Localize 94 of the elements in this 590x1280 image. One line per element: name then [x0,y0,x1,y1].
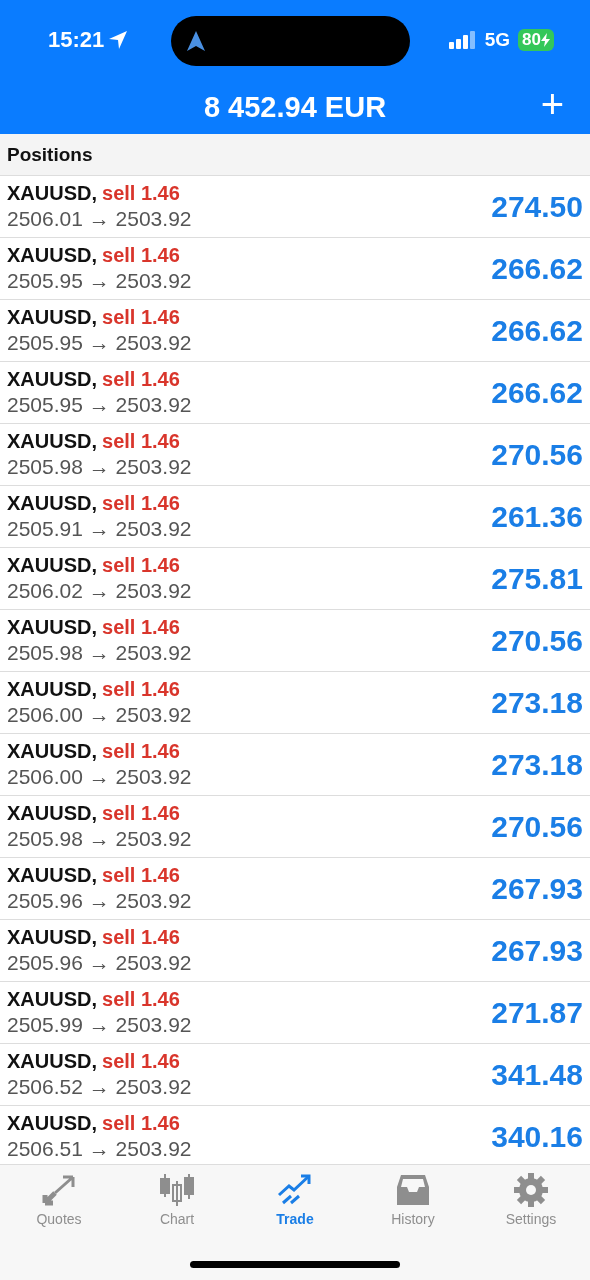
price-range: 2505.99 → 2503.92 [7,1013,192,1037]
order-side: sell 1.46 [102,926,180,949]
inbox-icon [395,1173,431,1207]
tab[interactable]: Trade [236,1173,354,1227]
symbol-label: XAUUSD, [7,740,97,763]
price-range: 2505.95 → 2503.92 [7,269,192,293]
position-row[interactable]: XAUUSD, sell 1.46 2505.98 → 2503.92 270.56 [0,610,590,672]
diagonal-arrows-icon [41,1173,77,1207]
price-range: 2506.00 → 2503.92 [7,765,192,789]
price-range: 2506.02 → 2503.92 [7,579,192,603]
position-row[interactable]: XAUUSD, sell 1.46 2505.91 → 2503.92 261.36 [0,486,590,548]
price-range: 2505.98 → 2503.92 [7,455,192,479]
symbol-label: XAUUSD, [7,554,97,577]
symbol-label: XAUUSD, [7,864,97,887]
order-side: sell 1.46 [102,988,180,1011]
position-row[interactable]: XAUUSD, sell 1.46 2506.01 → 2503.92 274.50 [0,176,590,238]
order-side: sell 1.46 [102,864,180,887]
candlestick-icon [159,1173,195,1207]
profit-value: 266.62 [491,251,583,286]
position-row[interactable]: XAUUSD, sell 1.46 2505.95 → 2503.92 266.62 [0,300,590,362]
price-range: 2505.96 → 2503.92 [7,951,192,975]
add-button[interactable]: + [540,84,564,124]
price-range: 2505.98 → 2503.92 [7,827,192,851]
position-row[interactable]: XAUUSD, sell 1.46 2506.00 → 2503.92 273.18 [0,734,590,796]
symbol-label: XAUUSD, [7,1112,97,1135]
price-range: 2505.95 → 2503.92 [7,393,192,417]
network-label: 5G [484,29,511,51]
order-side: sell 1.46 [102,306,180,329]
symbol-label: XAUUSD, [7,492,97,515]
price-range: 2506.51 → 2503.92 [7,1137,192,1161]
order-side: sell 1.46 [102,182,180,205]
symbol-label: XAUUSD, [7,430,97,453]
order-side: sell 1.46 [102,740,180,763]
position-row[interactable]: XAUUSD, sell 1.46 2505.99 → 2503.92 271.87 [0,982,590,1044]
profit-value: 274.50 [491,189,583,224]
profit-value: 273.18 [491,747,583,782]
section-title: Positions [7,143,93,166]
price-range: 2505.96 → 2503.92 [7,889,192,913]
trend-arrow-icon [277,1173,313,1207]
order-side: sell 1.46 [102,678,180,701]
order-side: sell 1.46 [102,1112,180,1135]
battery-indicator: 80 [518,29,554,51]
symbol-label: XAUUSD, [7,244,97,267]
position-row[interactable]: XAUUSD, sell 1.46 2505.98 → 2503.92 270.56 [0,424,590,486]
profit-value: 340.16 [491,1119,583,1154]
price-range: 2505.98 → 2503.92 [7,641,192,665]
profit-value: 267.93 [491,933,583,968]
navigation-arrow-icon [187,31,205,51]
symbol-label: XAUUSD, [7,616,97,639]
signal-icon [448,31,477,49]
profit-value: 270.56 [491,437,583,472]
order-side: sell 1.46 [102,430,180,453]
symbol-label: XAUUSD, [7,1050,97,1073]
price-range: 2506.01 → 2503.92 [7,207,192,231]
position-row[interactable]: XAUUSD, sell 1.46 2505.98 → 2503.92 270.56 [0,796,590,858]
account-balance: 8 452.94 EUR [203,90,387,124]
position-row[interactable]: XAUUSD, sell 1.46 2505.96 → 2503.92 267.93 [0,920,590,982]
order-side: sell 1.46 [102,244,180,267]
profit-value: 341.48 [491,1057,583,1092]
position-row[interactable]: XAUUSD, sell 1.46 2505.95 → 2503.92 266.62 [0,362,590,424]
symbol-label: XAUUSD, [7,926,97,949]
symbol-label: XAUUSD, [7,368,97,391]
order-side: sell 1.46 [102,368,180,391]
status-time: 15:21 [48,27,105,53]
profit-value: 266.62 [491,313,583,348]
profit-value: 270.56 [491,809,583,844]
order-side: sell 1.46 [102,1050,180,1073]
symbol-label: XAUUSD, [7,306,97,329]
position-row[interactable]: XAUUSD, sell 1.46 2506.00 → 2503.92 273.18 [0,672,590,734]
profit-value: 267.93 [491,871,583,906]
position-row[interactable]: XAUUSD, sell 1.46 2506.52 → 2503.92 341.48 [0,1044,590,1106]
price-range: 2505.95 → 2503.92 [7,331,192,355]
symbol-label: XAUUSD, [7,802,97,825]
price-range: 2505.91 → 2503.92 [7,517,192,541]
position-row[interactable]: XAUUSD, sell 1.46 2505.96 → 2503.92 267.93 [0,858,590,920]
order-side: sell 1.46 [102,492,180,515]
symbol-label: XAUUSD, [7,988,97,1011]
symbol-label: XAUUSD, [7,678,97,701]
profit-value: 273.18 [491,685,583,720]
price-range: 2506.00 → 2503.92 [7,703,192,727]
location-arrow-icon [108,30,129,50]
profit-value: 271.87 [491,995,583,1030]
profit-value: 270.56 [491,623,583,658]
position-row[interactable]: XAUUSD, sell 1.46 2505.95 → 2503.92 266.62 [0,238,590,300]
position-row[interactable]: XAUUSD, sell 1.46 2506.02 → 2503.92 275.81 [0,548,590,610]
order-side: sell 1.46 [102,554,180,577]
order-side: sell 1.46 [102,802,180,825]
settings-icon [513,1173,549,1207]
symbol-label: XAUUSD, [7,182,97,205]
profit-value: 261.36 [491,499,583,534]
profit-value: 266.62 [491,375,583,410]
order-side: sell 1.46 [102,616,180,639]
profit-value: 275.81 [491,561,583,596]
price-range: 2506.52 → 2503.92 [7,1075,192,1099]
